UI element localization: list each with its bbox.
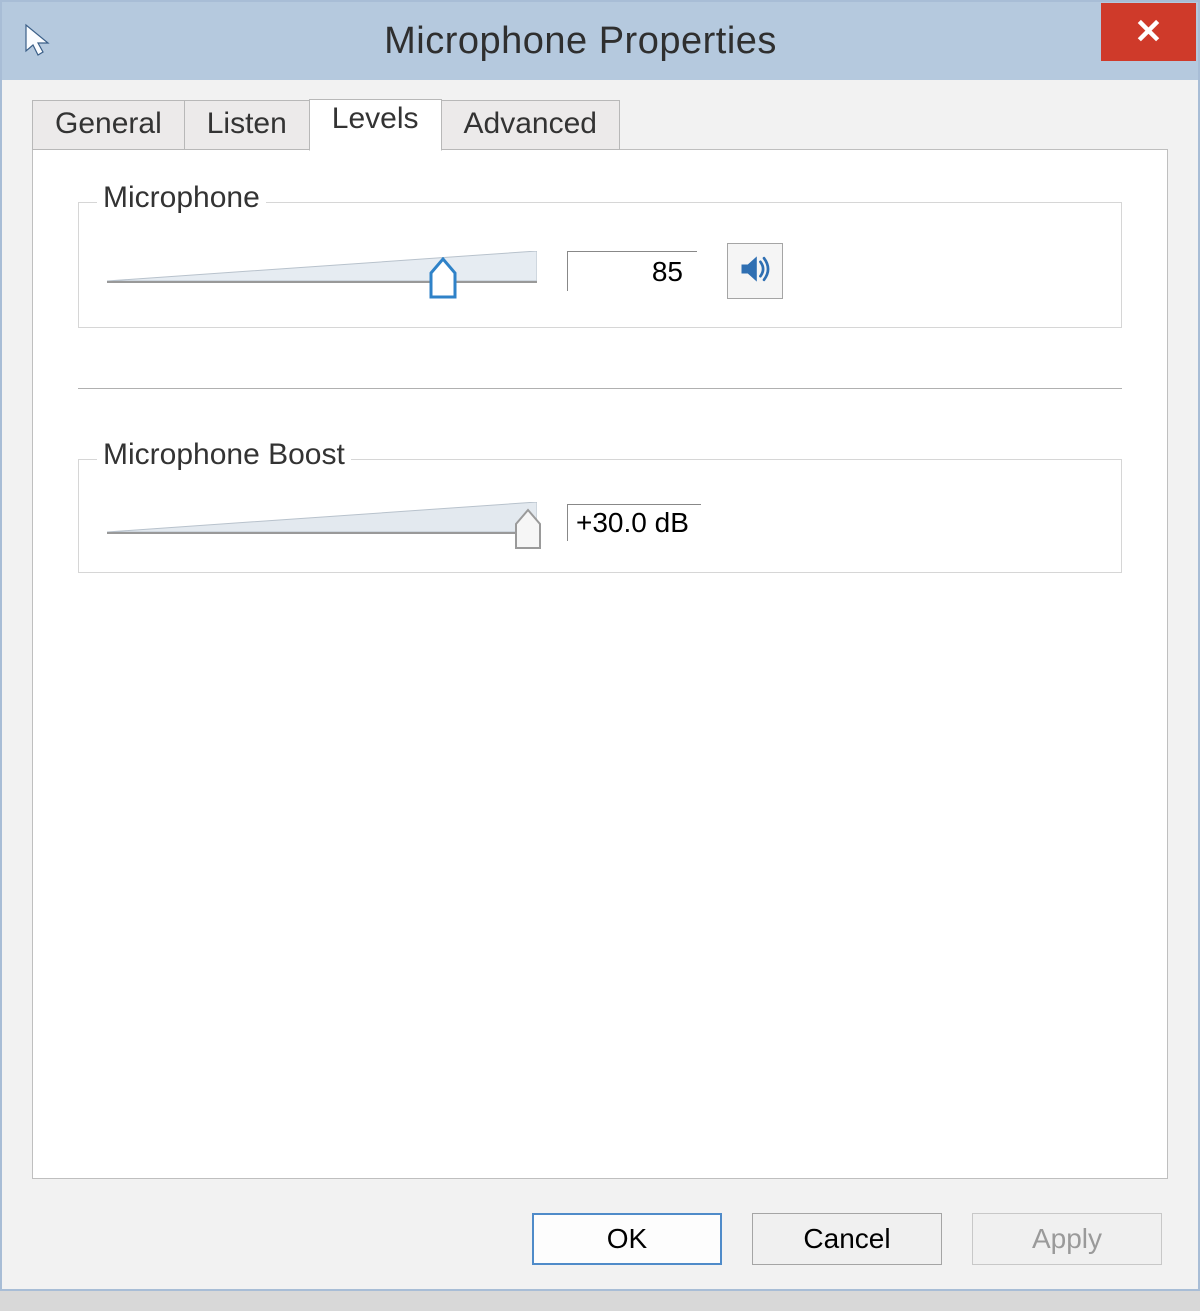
microphone-value: 85	[567, 251, 697, 291]
properties-dialog: Microphone Properties ✕ General Listen L…	[0, 0, 1200, 1291]
tab-advanced[interactable]: Advanced	[441, 100, 620, 150]
cancel-button[interactable]: Cancel	[752, 1213, 942, 1265]
microphone-group: Microphone 85	[78, 202, 1122, 328]
tab-strip: General Listen Levels Advanced	[32, 98, 1168, 150]
window-title: Microphone Properties	[60, 20, 1101, 63]
tab-label: Levels	[332, 102, 419, 135]
divider	[78, 388, 1122, 389]
client-area: General Listen Levels Advanced Microphon…	[2, 80, 1198, 1191]
microphone-slider[interactable]	[107, 249, 537, 293]
boost-group: Microphone Boost +30.0 dB	[78, 459, 1122, 573]
titlebar[interactable]: Microphone Properties ✕	[2, 2, 1198, 80]
boost-slider-thumb[interactable]	[512, 508, 544, 550]
dialog-footer: OK Cancel Apply	[2, 1191, 1198, 1289]
tab-levels[interactable]: Levels	[309, 99, 442, 151]
close-icon: ✕	[1134, 12, 1163, 52]
tab-panel-levels: Microphone 85	[32, 149, 1168, 1179]
speaker-icon	[737, 251, 773, 292]
tab-general[interactable]: General	[32, 100, 185, 150]
tab-label: General	[55, 107, 162, 140]
tab-label: Listen	[207, 107, 287, 140]
microphone-mute-button[interactable]	[727, 243, 783, 299]
close-button[interactable]: ✕	[1101, 3, 1196, 61]
microphone-slider-thumb[interactable]	[427, 257, 459, 299]
button-label: Apply	[1032, 1223, 1102, 1255]
button-label: Cancel	[803, 1223, 890, 1255]
button-label: OK	[607, 1223, 647, 1255]
cursor-icon	[20, 21, 60, 61]
boost-group-label: Microphone Boost	[97, 438, 351, 472]
boost-slider[interactable]	[107, 500, 537, 544]
tab-label: Advanced	[464, 107, 597, 140]
ok-button[interactable]: OK	[532, 1213, 722, 1265]
tab-listen[interactable]: Listen	[184, 100, 310, 150]
apply-button: Apply	[972, 1213, 1162, 1265]
boost-value: +30.0 dB	[567, 504, 701, 541]
microphone-group-label: Microphone	[97, 181, 266, 215]
